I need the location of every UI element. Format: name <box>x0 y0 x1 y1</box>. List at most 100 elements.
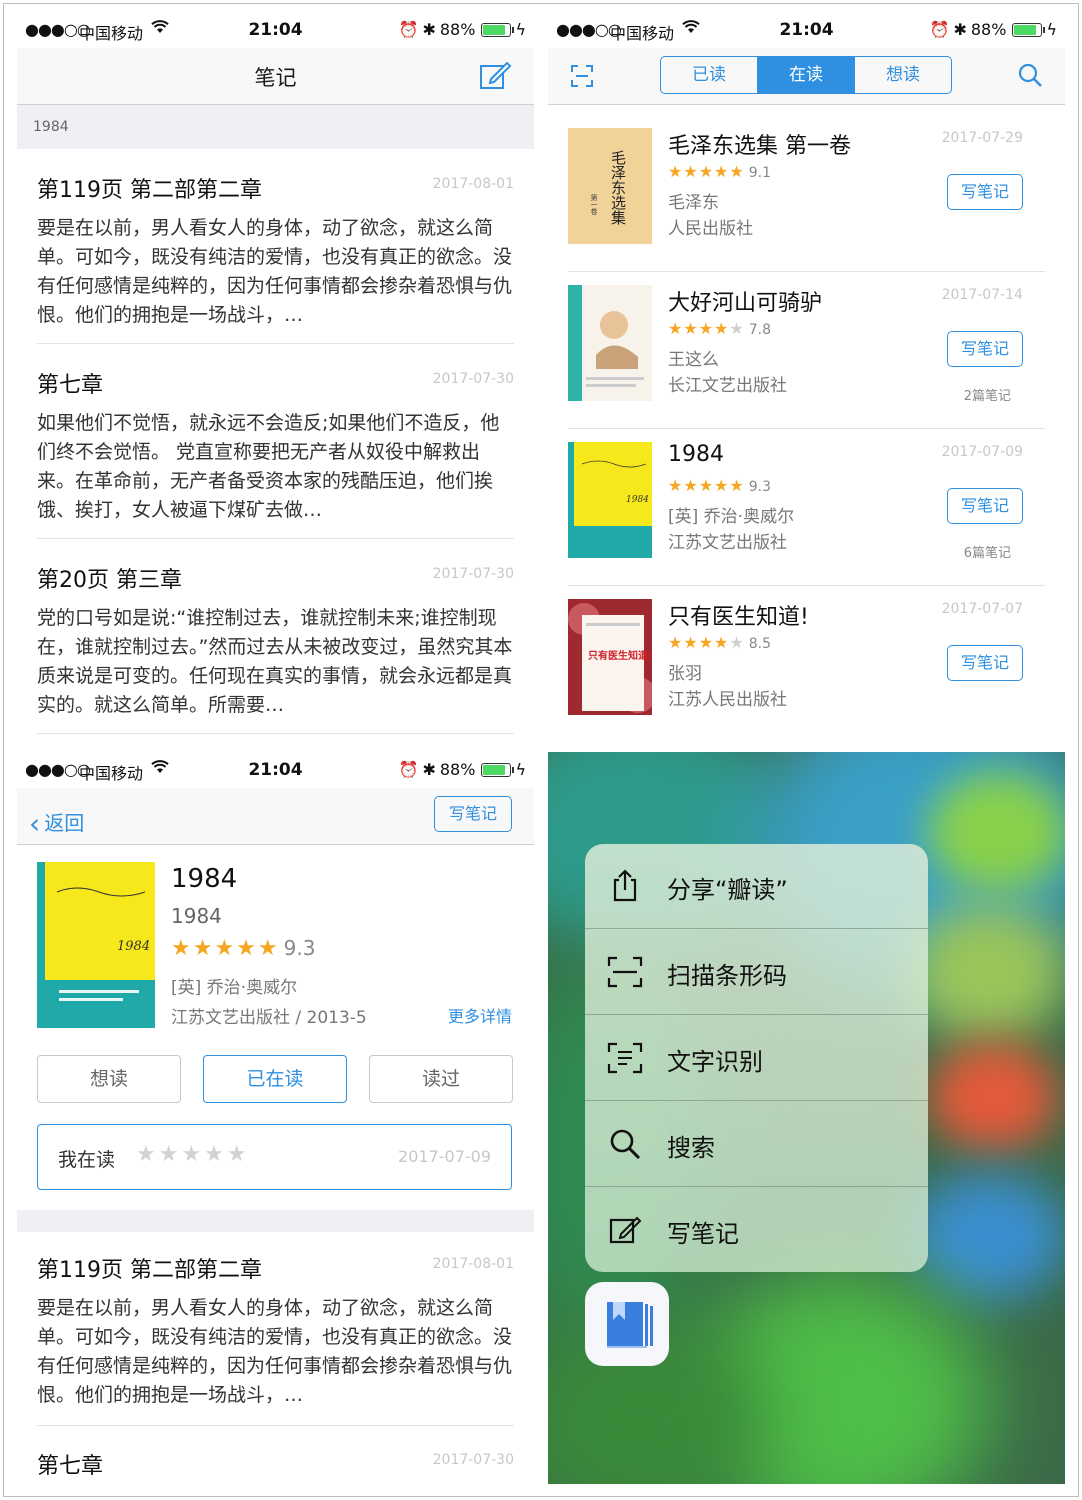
book-detail-screen: ●●●○○ 中国移动 21:04 ⏰ ✱ 88% ϟ ‹ 返回 写笔记 1984 … <box>17 752 534 1484</box>
reading-status-tabs: 已读 在读 想读 <box>660 56 952 94</box>
divider <box>585 1014 928 1015</box>
rating-stars: ★★★★★ 9.3 <box>171 936 316 961</box>
back-button[interactable]: ‹ 返回 <box>29 804 84 840</box>
book-row[interactable]: 只有医生知道! 只有医生知道! ★★★★★ 8.5 张羽 江苏人民出版社 2017… <box>568 587 1045 736</box>
tab-read[interactable]: 已读 <box>661 57 758 93</box>
bluetooth-icon: ✱ <box>953 20 967 39</box>
book-cover-1984: 1984 <box>37 862 155 1028</box>
text-recognition-icon <box>607 1042 643 1074</box>
book-date: 2017-07-07 <box>941 601 1023 617</box>
compose-icon[interactable] <box>478 58 512 92</box>
bluetooth-icon: ✱ <box>422 20 436 39</box>
note-item[interactable]: 第119页 第二部第二章 2017-08-01 要是在以前，男人看女人的身体，动… <box>37 172 514 344</box>
search-icon[interactable] <box>1017 62 1043 88</box>
write-note-button[interactable]: 写笔记 <box>947 488 1023 524</box>
write-note-button[interactable]: 写笔记 <box>947 645 1023 681</box>
rating-score: 9.3 <box>748 479 771 495</box>
book-title: 1984 <box>171 864 238 894</box>
note-count: 6篇笔记 <box>963 546 1011 561</box>
rating-score: 9.1 <box>748 165 771 181</box>
rating-stars: ★★★★★ 8.5 <box>668 633 771 652</box>
rating-stars: ★★★★★ 9.3 <box>668 476 771 495</box>
book-row[interactable]: 毛泽东选集 第一卷 毛泽东选集 第一卷 ★★★★★ 9.1 毛泽东 人民出版社 2… <box>568 116 1045 272</box>
battery-icon <box>1012 22 1046 37</box>
wallpaper-blob <box>928 1042 1058 1152</box>
tab-reading[interactable]: 在读 <box>758 57 855 93</box>
book-row[interactable]: 大好河山可骑驴 ★★★★★ 7.8 王这么 长江文艺出版社 2017-07-14 … <box>568 273 1045 429</box>
app-icon[interactable] <box>585 1282 669 1366</box>
search-icon <box>610 1129 641 1160</box>
note-date: 2017-07-30 <box>432 371 514 387</box>
charging-icon: ϟ <box>515 760 526 779</box>
alarm-icon: ⏰ <box>929 20 950 39</box>
note-title: 第七章 <box>37 1454 104 1479</box>
rating-stars: ★★★★★ 9.1 <box>668 162 771 181</box>
book-cover-mao: 毛泽东选集 第一卷 <box>568 128 652 244</box>
book-author: [英] 乔治·奥威尔 <box>668 507 795 527</box>
divider <box>568 271 1045 272</box>
book-row[interactable]: 1984 1984 ★★★★★ 9.3 [英] 乔治·奥威尔 江苏文艺出版社 20… <box>568 430 1045 586</box>
divider <box>585 1186 928 1187</box>
wallpaper-blob <box>928 772 1065 892</box>
scan-label: 扫描条形码 <box>667 962 787 990</box>
alarm-icon: ⏰ <box>398 760 419 779</box>
reading-date: 2017-07-09 <box>398 1147 491 1166</box>
book-author: 王这么 <box>668 350 719 370</box>
note-item[interactable]: 第20页 第三章 2017-07-30 党的口号如是说:“谁控制过去，谁就控制未… <box>37 562 514 734</box>
quick-action-menu: 分享“瓣读” 扫描条形码 文字识别 搜索 写笔记 <box>585 844 928 1272</box>
book-publisher: 江苏人民出版社 <box>668 690 787 710</box>
rating-score: 7.8 <box>748 322 771 338</box>
write-note-button[interactable]: 写笔记 <box>947 331 1023 367</box>
write-note-button[interactable]: 写笔记 <box>434 796 512 832</box>
status-right: ⏰ ✱ 88% ϟ <box>399 20 526 39</box>
barcode-scan-icon <box>607 956 643 988</box>
want-to-read-button[interactable]: 想读 <box>37 1055 181 1103</box>
status-bar: ●●●○○ 中国移动 21:04 ⏰ ✱ 88% ϟ <box>548 12 1065 48</box>
divider <box>568 428 1045 429</box>
divider <box>585 1100 928 1101</box>
search-action[interactable]: 搜索 <box>585 1102 928 1187</box>
svg-text:1984: 1984 <box>626 495 649 505</box>
chevron-left-icon: ‹ <box>29 807 41 840</box>
finished-button[interactable]: 读过 <box>369 1055 513 1103</box>
text-recognition-action[interactable]: 文字识别 <box>585 1016 928 1101</box>
book-cover-river <box>568 285 652 401</box>
note-date: 2017-08-01 <box>432 176 514 192</box>
navigation-bar: ‹ 返回 写笔记 <box>17 788 534 845</box>
battery-percent: 88% <box>439 20 476 39</box>
note-date: 2017-07-30 <box>432 566 514 582</box>
rating-input-stars[interactable]: ★★★★★ <box>136 1142 250 1167</box>
section-gap <box>17 1210 534 1232</box>
section-header: 1984 <box>17 105 534 149</box>
book-date: 2017-07-14 <box>941 287 1023 303</box>
svg-text:只有医生知道!: 只有医生知道! <box>588 649 652 662</box>
divider <box>37 1425 514 1426</box>
wallpaper-blob <box>908 1172 1065 1302</box>
write-note-button[interactable]: 写笔记 <box>947 174 1023 210</box>
note-body: 如果他们不觉悟，就永远不会造反;如果他们不造反，他们终不会觉悟。 党直宣称要把无… <box>37 412 500 521</box>
battery-icon <box>481 22 515 37</box>
book-logo-icon <box>607 1302 653 1348</box>
reading-status-card[interactable]: 我在读 ★★★★★ 2017-07-09 <box>37 1124 512 1190</box>
book-title: 毛泽东选集 第一卷 <box>668 134 851 159</box>
book-publisher: 人民出版社 <box>668 219 753 239</box>
note-title: 第119页 第二部第二章 <box>37 178 262 203</box>
book-date: 2017-07-29 <box>941 130 1023 146</box>
book-title: 1984 <box>668 442 724 467</box>
write-note-action[interactable]: 写笔记 <box>585 1188 928 1272</box>
note-item[interactable]: 第七章 2017-07-30 如果他们不觉悟，就永远不会造反;如果他们不造反，他… <box>37 367 514 539</box>
scan-barcode-action[interactable]: 扫描条形码 <box>585 930 928 1015</box>
share-action[interactable]: 分享“瓣读” <box>585 844 928 929</box>
note-item[interactable]: 第119页 第二部第二章 2017-08-01 要是在以前，男人看女人的身体，动… <box>37 1252 514 1426</box>
book-original-title: 1984 <box>171 904 222 928</box>
reading-label: 我在读 <box>58 1149 116 1171</box>
book-publisher: 长江文艺出版社 <box>668 376 787 396</box>
more-details-link[interactable]: 更多详情 <box>448 1003 512 1027</box>
tab-want-to-read[interactable]: 想读 <box>855 57 951 93</box>
divider <box>37 538 514 539</box>
reading-button[interactable]: 已在读 <box>203 1055 347 1103</box>
status-right: ⏰ ✱ 88% ϟ <box>930 20 1057 39</box>
wallpaper-blob <box>908 902 1065 1042</box>
note-item[interactable]: 第七章 2017-07-30 <box>37 1448 514 1484</box>
scan-icon[interactable] <box>570 64 594 88</box>
